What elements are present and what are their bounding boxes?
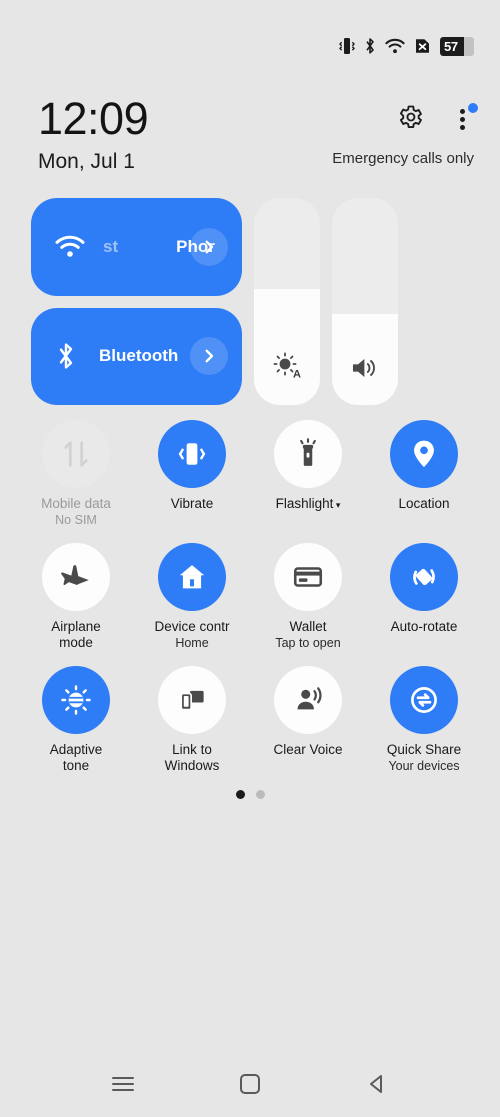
tile-label-adaptive-tone: Adaptive tone (49, 742, 103, 773)
back-glyph (369, 1074, 382, 1093)
page-dot-1[interactable] (235, 790, 245, 799)
page-dot-2[interactable] (255, 790, 265, 799)
link-to-windows-icon (158, 666, 226, 734)
wifi-label-head: st (103, 236, 119, 256)
quick-toggle-grid: Mobile data No SIM Vibrate Flashlight ▾ L… (18, 420, 482, 789)
chevron-down-icon[interactable]: ▾ (333, 500, 341, 510)
wifi-status-icon (385, 38, 405, 54)
header-actions (396, 96, 478, 142)
quick-settings-panel: 57 12:09 Mon, Jul 1 Emergency calls only… (0, 0, 500, 1117)
settings-gear-button[interactable] (396, 103, 424, 136)
auto-rotate-icon (390, 543, 458, 611)
carrier-status-label: Emergency calls only (332, 150, 474, 167)
tile-flashlight[interactable]: Flashlight ▾ (250, 420, 366, 543)
recents-glyph (112, 1073, 135, 1095)
clock-time: 12:09 (38, 93, 149, 144)
bluetooth-icon (55, 342, 89, 370)
connectivity-pill-column: st Phor Bluetooth (31, 198, 242, 405)
tile-sublabel-wallet: Tap to open (275, 636, 341, 650)
battery-status-icon: 57 (440, 36, 474, 56)
bluetooth-tile[interactable]: Bluetooth (31, 307, 242, 405)
vibrate-icon (158, 420, 226, 488)
tile-clear-voice[interactable]: Clear Voice (250, 666, 366, 789)
volume-slider[interactable] (332, 198, 398, 405)
status-bar: 57 (0, 0, 500, 92)
bluetooth-status-icon (364, 37, 376, 55)
panel-header: 12:09 Mon, Jul 1 Emergency calls only (0, 92, 500, 190)
menu-notification-badge (468, 103, 478, 113)
menu-dot (460, 109, 465, 114)
tile-auto-rotate[interactable]: Auto-rotate (366, 543, 482, 666)
tile-quick-share[interactable]: Quick Share Your devices (366, 666, 482, 789)
tile-label-device-control: Device contr (154, 619, 230, 634)
wifi-tile[interactable]: st Phor (31, 198, 242, 296)
tile-airplane-mode[interactable]: Airplane mode (18, 543, 134, 666)
menu-dot (460, 117, 465, 122)
wifi-chevron-right-icon[interactable] (190, 227, 228, 266)
tile-label-wallet: Wallet (289, 619, 327, 634)
data-transfer-icon (42, 420, 110, 488)
tile-sublabel-quick-share: Your devices (388, 759, 460, 773)
recents-icon[interactable] (98, 1059, 148, 1109)
clock-block: 12:09 Mon, Jul 1 (38, 92, 149, 176)
clock-date: Mon, Jul 1 (38, 150, 135, 173)
home-icon (158, 543, 226, 611)
tile-device-control[interactable]: Device contr Home (134, 543, 250, 666)
no-sim-status-icon (414, 37, 431, 55)
tile-label-airplane-mode: Airplane mode (51, 619, 101, 650)
tile-label-link-to-windows: Link to Windows (164, 742, 220, 773)
brightness-auto-icon: A (254, 351, 320, 381)
tile-label-location: Location (398, 496, 450, 511)
overflow-menu-button[interactable] (452, 103, 478, 134)
tile-sublabel-mobile-data: No SIM (55, 513, 97, 527)
home-icon[interactable] (225, 1059, 275, 1109)
bluetooth-chevron-right-icon[interactable] (190, 337, 228, 376)
tile-adaptive-tone[interactable]: Adaptive tone (18, 666, 134, 789)
tile-label-clear-voice: Clear Voice (273, 742, 343, 757)
page-indicator[interactable] (0, 790, 500, 799)
wifi-icon (55, 235, 89, 259)
credit-card-icon (274, 543, 342, 611)
tile-link-to-windows[interactable]: Link to Windows (134, 666, 250, 789)
home-glyph (239, 1073, 260, 1094)
back-icon[interactable] (352, 1059, 402, 1109)
vibrate-status-icon (339, 37, 355, 55)
header-right: Emergency calls only (332, 96, 478, 167)
menu-dot (460, 125, 465, 130)
brightness-slider[interactable]: A (254, 198, 320, 405)
svg-text:A: A (293, 369, 301, 381)
battery-percent-label: 57 (444, 38, 458, 54)
location-pin-icon (390, 420, 458, 488)
tile-label-flashlight: Flashlight ▾ (275, 496, 341, 511)
tile-label-vibrate: Vibrate (170, 496, 214, 511)
brightness-slider-fill (254, 289, 320, 405)
top-tiles-row: st Phor Bluetooth A (31, 198, 469, 405)
tile-mobile-data: Mobile data No SIM (18, 420, 134, 543)
airplane-icon (42, 543, 110, 611)
adaptive-tone-icon (42, 666, 110, 734)
tile-sublabel-device-control: Home (175, 636, 209, 650)
tile-label-quick-share: Quick Share (386, 742, 462, 757)
flashlight-icon (274, 420, 342, 488)
navigation-bar (0, 1050, 500, 1117)
tile-vibrate[interactable]: Vibrate (134, 420, 250, 543)
tile-wallet[interactable]: Wallet Tap to open (250, 543, 366, 666)
tile-label-auto-rotate: Auto-rotate (390, 619, 458, 634)
quick-share-icon (390, 666, 458, 734)
tile-location[interactable]: Location (366, 420, 482, 543)
tile-label-mobile-data: Mobile data (41, 496, 111, 511)
volume-icon (332, 355, 398, 381)
clear-voice-icon (274, 666, 342, 734)
